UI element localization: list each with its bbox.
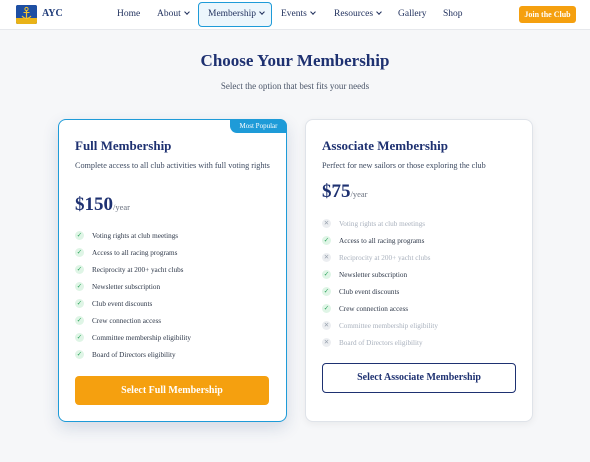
full-membership-card: Most Popular Full Membership Complete ac… bbox=[58, 119, 287, 422]
feature-item: ✓ Newsletter subscription bbox=[322, 266, 438, 283]
nav-home-label: Home bbox=[117, 9, 141, 19]
feature-item: ✓ Board of Directors eligibility bbox=[75, 346, 191, 363]
nav-shop-label: Shop bbox=[443, 9, 463, 19]
nav-events-label: Events bbox=[281, 9, 307, 19]
chevron-down-icon bbox=[376, 9, 382, 15]
feature-text: Reciprocity at 200+ yacht clubs bbox=[339, 253, 431, 262]
plan-title: Associate Membership bbox=[322, 138, 449, 153]
feature-text: Reciprocity at 200+ yacht clubs bbox=[92, 265, 184, 274]
check-icon: ✓ bbox=[75, 333, 84, 342]
logo-text[interactable]: AYC bbox=[42, 8, 63, 19]
feature-text: Club event discounts bbox=[92, 299, 153, 308]
check-icon: ✓ bbox=[322, 270, 331, 279]
feature-text: Crew connection access bbox=[92, 316, 162, 325]
feature-text: Club event discounts bbox=[339, 287, 400, 296]
price-amount: $75 bbox=[322, 181, 351, 202]
feature-item: ✓ Crew connection access bbox=[75, 312, 191, 329]
x-icon: ✕ bbox=[322, 321, 331, 330]
check-icon: ✓ bbox=[322, 236, 331, 245]
feature-item: ✓ Newsletter subscription bbox=[75, 278, 191, 295]
check-icon: ✓ bbox=[75, 248, 84, 257]
feature-text: Committee membership eligibility bbox=[339, 321, 439, 330]
feature-list: ✓ Voting rights at club meetings ✓ Access … bbox=[75, 227, 191, 363]
feature-item: ✕ Committee membership eligibility bbox=[322, 317, 438, 334]
chevron-down-icon bbox=[183, 9, 190, 15]
nav-gallery[interactable]: Gallery bbox=[398, 9, 427, 19]
join-club-button[interactable]: Join the Club bbox=[519, 6, 576, 23]
feature-text: Board of Directors eligibility bbox=[339, 338, 423, 347]
feature-item: ✓ Access to all racing programs bbox=[75, 244, 191, 261]
feature-text: Newsletter subscription bbox=[92, 282, 161, 291]
most-popular-badge: Most Popular bbox=[230, 119, 287, 133]
x-icon: ✕ bbox=[322, 253, 331, 262]
feature-item: ✓ Club event discounts bbox=[322, 283, 438, 300]
top-navigation: AYC Home About Membership Events Resourc… bbox=[0, 0, 590, 30]
plan-price: $75/year bbox=[322, 181, 368, 203]
select-full-membership-button[interactable]: Select Full Membership bbox=[75, 376, 269, 405]
feature-list: ✕ Voting rights at club meetings ✓ Access … bbox=[322, 215, 438, 351]
feature-item: ✕ Reciprocity at 200+ yacht clubs bbox=[322, 249, 438, 266]
nav-resources-label: Resources bbox=[334, 9, 374, 19]
feature-item: ✓ Reciprocity at 200+ yacht clubs bbox=[75, 261, 191, 278]
price-period: /year bbox=[113, 202, 130, 212]
nav-about-label: About bbox=[157, 9, 181, 19]
check-icon: ✓ bbox=[322, 287, 331, 296]
nav-resources[interactable]: Resources bbox=[334, 9, 382, 19]
feature-item: ✕ Voting rights at club meetings bbox=[322, 215, 438, 232]
page-title: Choose Your Membership bbox=[200, 51, 390, 70]
check-icon: ✓ bbox=[75, 316, 84, 325]
feature-item: ✓ Crew connection access bbox=[322, 300, 438, 317]
feature-text: Newsletter subscription bbox=[339, 270, 408, 279]
feature-item: ✓ Access to all racing programs bbox=[322, 232, 438, 249]
check-icon: ✓ bbox=[75, 231, 84, 240]
nav-shop[interactable]: Shop bbox=[443, 9, 463, 19]
nav-home[interactable]: Home bbox=[117, 9, 140, 19]
chevron-down-icon bbox=[310, 9, 316, 15]
check-icon: ✓ bbox=[322, 304, 331, 313]
nav-membership[interactable]: Membership bbox=[198, 2, 272, 27]
nav-events[interactable]: Events bbox=[281, 9, 316, 19]
anchor-logo-icon[interactable] bbox=[16, 5, 37, 24]
nav-about[interactable]: About bbox=[157, 9, 190, 19]
check-icon: ✓ bbox=[75, 350, 84, 359]
plan-price: $150/year bbox=[75, 194, 130, 216]
feature-text: Access to all racing programs bbox=[339, 236, 425, 245]
plan-title: Full Membership bbox=[75, 138, 172, 153]
check-icon: ✓ bbox=[75, 282, 84, 291]
nav-membership-label: Membership bbox=[208, 9, 257, 19]
feature-text: Board of Directors eligibility bbox=[92, 350, 176, 359]
feature-text: Access to all racing programs bbox=[92, 248, 178, 257]
feature-text: Voting rights at club meetings bbox=[92, 231, 179, 240]
x-icon: ✕ bbox=[322, 338, 331, 347]
feature-item: ✕ Board of Directors eligibility bbox=[322, 334, 438, 351]
check-icon: ✓ bbox=[75, 265, 84, 274]
associate-membership-card: Associate Membership Perfect for new sai… bbox=[305, 119, 533, 422]
plan-description: Complete access to all club activities w… bbox=[75, 161, 270, 170]
select-associate-membership-button[interactable]: Select Associate Membership bbox=[322, 363, 516, 393]
feature-item: ✓ Club event discounts bbox=[75, 295, 191, 312]
price-amount: $150 bbox=[75, 194, 113, 215]
feature-item: ✓ Voting rights at club meetings bbox=[75, 227, 191, 244]
chevron-down-icon bbox=[259, 9, 265, 15]
feature-text: Voting rights at club meetings bbox=[339, 219, 426, 228]
check-icon: ✓ bbox=[75, 299, 84, 308]
price-period: /year bbox=[350, 189, 368, 199]
feature-text: Crew connection access bbox=[339, 304, 409, 313]
x-icon: ✕ bbox=[322, 219, 331, 228]
feature-item: ✓ Committee membership eligibility bbox=[75, 329, 191, 346]
nav-gallery-label: Gallery bbox=[398, 9, 427, 19]
plan-description: Perfect for new sailors or those explori… bbox=[322, 161, 486, 170]
feature-text: Committee membership eligibility bbox=[92, 333, 192, 342]
page-subtitle: Select the option that best fits your ne… bbox=[220, 81, 370, 91]
